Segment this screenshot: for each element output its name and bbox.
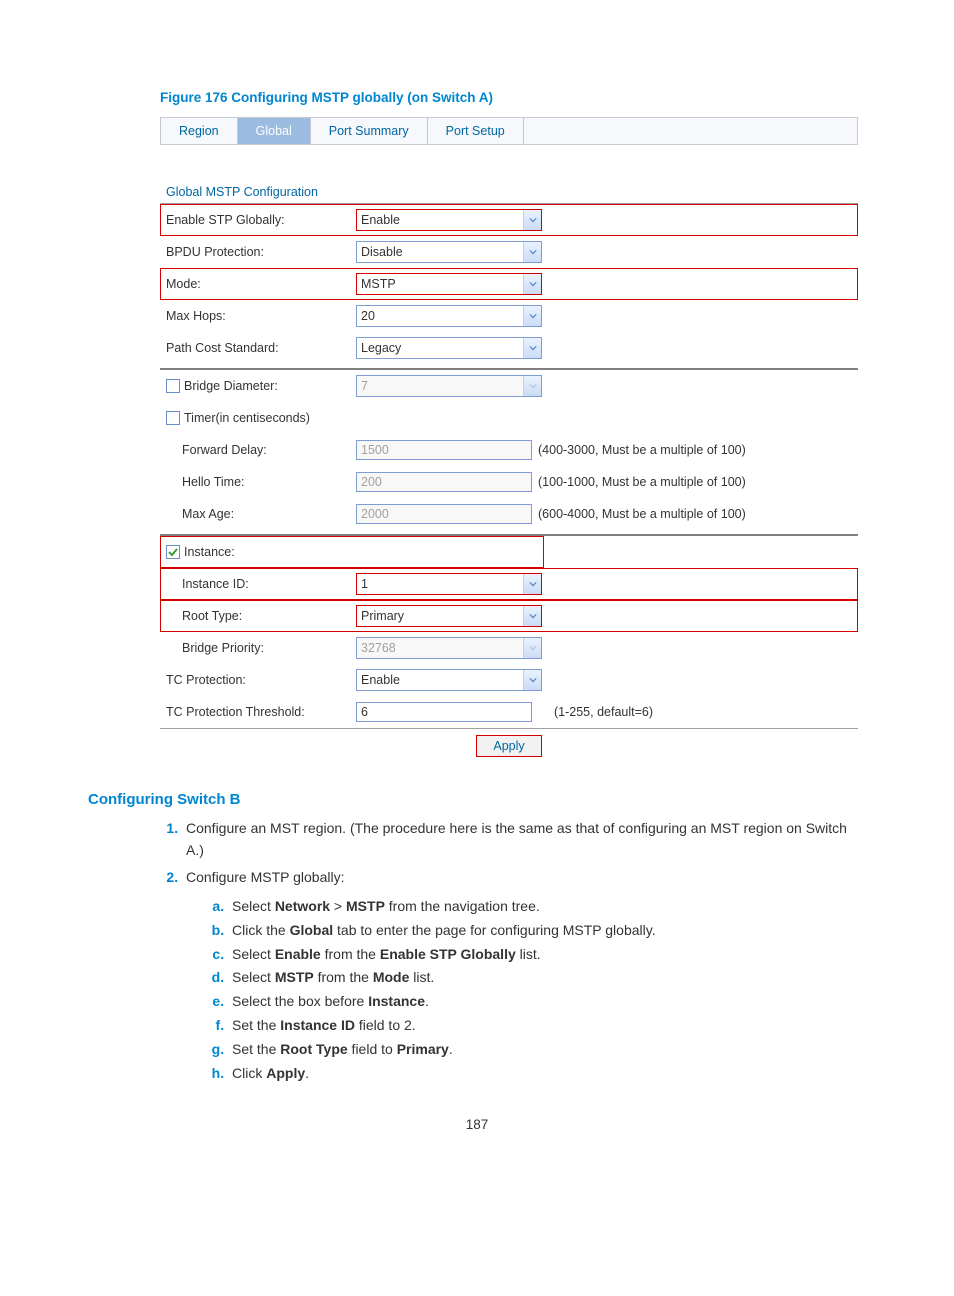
- chevron-down-icon: [523, 606, 541, 626]
- checkbox-instance[interactable]: [166, 545, 180, 559]
- chevron-down-icon: [523, 210, 541, 230]
- substep-g: Set the Root Type field to Primary.: [228, 1038, 866, 1062]
- value-path-cost: Legacy: [361, 341, 401, 355]
- label-tc-threshold: TC Protection Threshold:: [166, 705, 356, 719]
- label-tc-protection: TC Protection:: [166, 673, 356, 687]
- row-hello-time: Hello Time: 200 (100-1000, Must be a mul…: [160, 466, 858, 498]
- label-mode: Mode:: [166, 277, 356, 291]
- hint-forward-delay: (400-3000, Must be a multiple of 100): [538, 443, 746, 457]
- input-hello-time: 200: [356, 472, 532, 492]
- value-bpdu: Disable: [361, 245, 403, 259]
- chevron-down-icon: [523, 306, 541, 326]
- row-bpdu: BPDU Protection: Disable: [160, 236, 858, 268]
- select-root-type[interactable]: Primary: [356, 605, 542, 627]
- input-tc-threshold[interactable]: 6: [356, 702, 532, 722]
- hint-hello-time: (100-1000, Must be a multiple of 100): [538, 475, 746, 489]
- value-max-hops: 20: [361, 309, 375, 323]
- label-root-type: Root Type:: [182, 609, 356, 623]
- row-forward-delay: Forward Delay: 1500 (400-3000, Must be a…: [160, 434, 858, 466]
- chevron-down-icon: [523, 338, 541, 358]
- chevron-down-icon: [523, 574, 541, 594]
- row-max-hops: Max Hops: 20: [160, 300, 858, 332]
- row-bridge-priority: Bridge Priority: 32768: [160, 632, 858, 664]
- select-enable-stp[interactable]: Enable: [356, 209, 542, 231]
- label-bridge-diameter: Bridge Diameter:: [184, 379, 278, 393]
- tab-global[interactable]: Global: [238, 118, 311, 144]
- hint-tc-threshold: (1-255, default=6): [554, 705, 653, 719]
- row-instance: Instance:: [160, 536, 544, 568]
- input-forward-delay: 1500: [356, 440, 532, 460]
- tab-bar: Region Global Port Summary Port Setup: [160, 117, 858, 145]
- chevron-down-icon: [523, 242, 541, 262]
- step-1: Configure an MST region. (The procedure …: [182, 818, 866, 861]
- label-path-cost: Path Cost Standard:: [166, 341, 356, 355]
- substep-b: Click the Global tab to enter the page f…: [228, 919, 866, 943]
- chevron-down-icon: [523, 376, 541, 396]
- section-heading: Configuring Switch B: [88, 791, 866, 808]
- row-bridge-diameter: Bridge Diameter: 7: [160, 370, 858, 402]
- value-root-type: Primary: [361, 609, 404, 623]
- figure-caption: Figure 176 Configuring MSTP globally (on…: [160, 90, 866, 105]
- tab-region[interactable]: Region: [161, 118, 238, 144]
- substep-e: Select the box before Instance.: [228, 990, 866, 1014]
- substep-f: Set the Instance ID field to 2.: [228, 1014, 866, 1038]
- row-tc-threshold: TC Protection Threshold: 6 (1-255, defau…: [160, 696, 858, 728]
- label-hello-time: Hello Time:: [182, 475, 356, 489]
- value-bridge-diameter: 7: [361, 379, 368, 393]
- value-enable-stp: Enable: [361, 213, 400, 227]
- label-instance: Instance:: [184, 545, 235, 559]
- substep-list: Select Network > MSTP from the navigatio…: [206, 895, 866, 1085]
- page-number: 187: [88, 1117, 866, 1132]
- select-instance-id[interactable]: 1: [356, 573, 542, 595]
- select-bpdu[interactable]: Disable: [356, 241, 542, 263]
- row-instance-id: Instance ID: 1: [160, 568, 858, 600]
- row-tc-protection: TC Protection: Enable: [160, 664, 858, 696]
- checkbox-bridge-diameter[interactable]: [166, 379, 180, 393]
- input-max-age: 2000: [356, 504, 532, 524]
- select-bridge-priority: 32768: [356, 637, 542, 659]
- label-timer: Timer(in centiseconds): [184, 411, 310, 425]
- substep-d: Select MSTP from the Mode list.: [228, 966, 866, 990]
- substep-a: Select Network > MSTP from the navigatio…: [228, 895, 866, 919]
- select-path-cost[interactable]: Legacy: [356, 337, 542, 359]
- step-2: Configure MSTP globally: Select Network …: [182, 867, 866, 1085]
- config-panel: Global MSTP Configuration Enable STP Glo…: [160, 185, 858, 757]
- panel-title: Global MSTP Configuration: [160, 185, 858, 199]
- tab-filler: [524, 118, 857, 144]
- select-mode[interactable]: MSTP: [356, 273, 542, 295]
- tab-port-setup[interactable]: Port Setup: [428, 118, 524, 144]
- apply-button[interactable]: Apply: [476, 735, 541, 757]
- select-tc-protection[interactable]: Enable: [356, 669, 542, 691]
- hint-max-age: (600-4000, Must be a multiple of 100): [538, 507, 746, 521]
- label-max-age: Max Age:: [182, 507, 356, 521]
- label-bridge-priority: Bridge Priority:: [182, 641, 356, 655]
- select-bridge-diameter: 7: [356, 375, 542, 397]
- value-mode: MSTP: [361, 277, 396, 291]
- label-forward-delay: Forward Delay:: [182, 443, 356, 457]
- checkbox-timer[interactable]: [166, 411, 180, 425]
- row-mode: Mode: MSTP: [160, 268, 858, 300]
- label-bpdu: BPDU Protection:: [166, 245, 356, 259]
- substep-c: Select Enable from the Enable STP Global…: [228, 943, 866, 967]
- row-path-cost: Path Cost Standard: Legacy: [160, 332, 858, 364]
- row-timer: Timer(in centiseconds): [160, 402, 858, 434]
- row-root-type: Root Type: Primary: [160, 600, 858, 632]
- tab-port-summary[interactable]: Port Summary: [311, 118, 428, 144]
- label-max-hops: Max Hops:: [166, 309, 356, 323]
- chevron-down-icon: [523, 274, 541, 294]
- value-instance-id: 1: [361, 577, 368, 591]
- select-max-hops[interactable]: 20: [356, 305, 542, 327]
- chevron-down-icon: [523, 638, 541, 658]
- label-enable-stp: Enable STP Globally:: [166, 213, 356, 227]
- chevron-down-icon: [523, 670, 541, 690]
- step-list: Configure an MST region. (The procedure …: [160, 818, 866, 1085]
- value-bridge-priority: 32768: [361, 641, 396, 655]
- substep-h: Click Apply.: [228, 1062, 866, 1086]
- row-enable-stp: Enable STP Globally: Enable: [160, 204, 858, 236]
- row-max-age: Max Age: 2000 (600-4000, Must be a multi…: [160, 498, 858, 530]
- value-tc-protection: Enable: [361, 673, 400, 687]
- label-instance-id: Instance ID:: [182, 577, 356, 591]
